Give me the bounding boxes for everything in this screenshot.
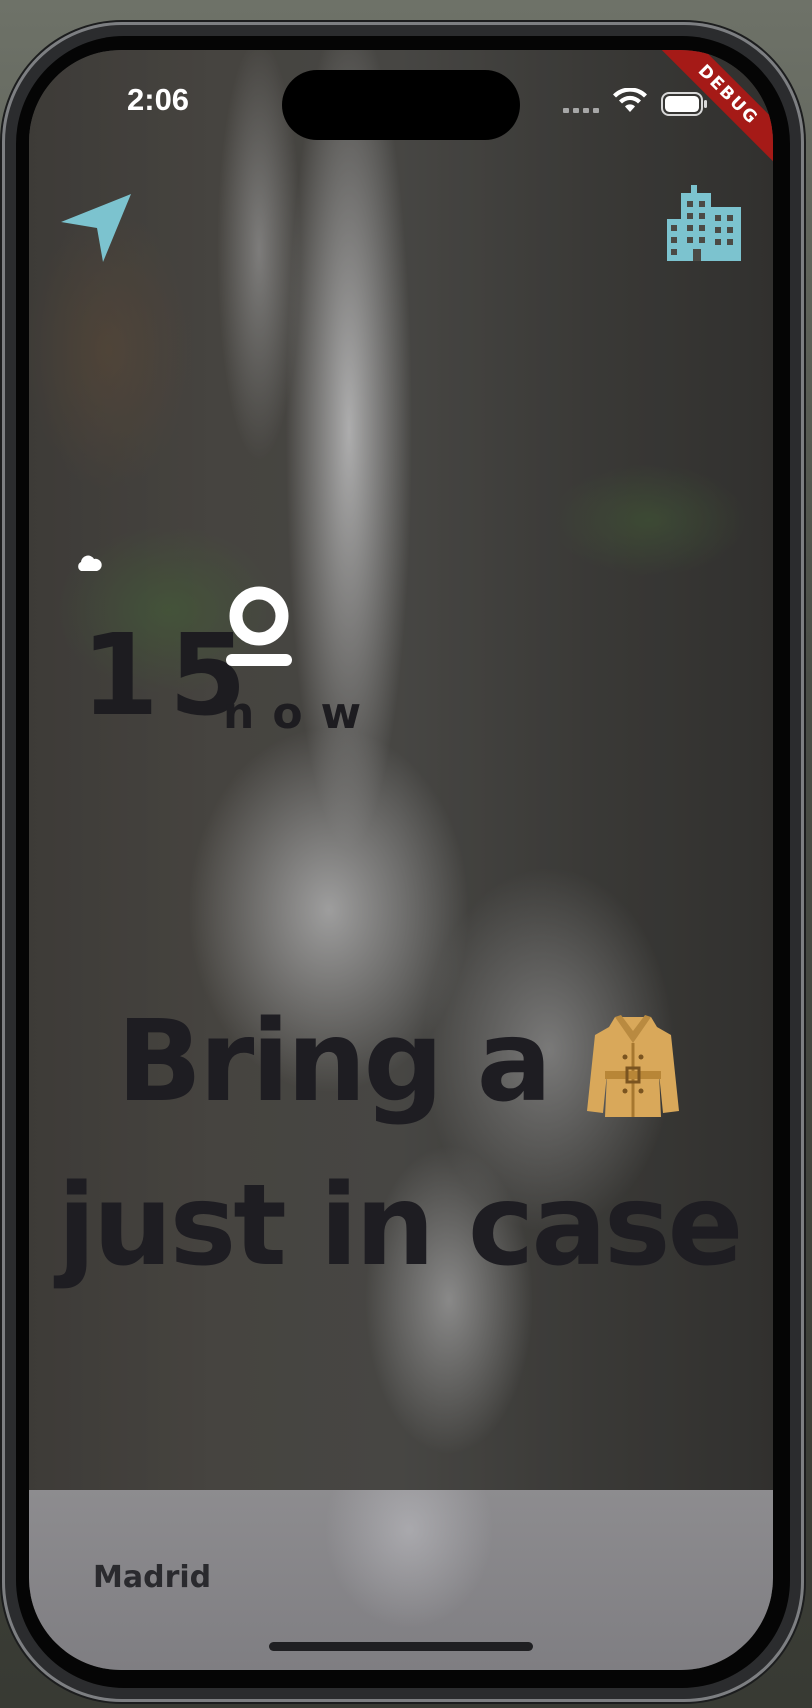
message-line-1: Bring a: [49, 980, 749, 1144]
message-line-1-text: Bring a: [116, 997, 552, 1127]
status-time: 2:06: [127, 82, 190, 117]
time-label: now: [223, 688, 380, 739]
message-line-2: just in case: [57, 1161, 743, 1291]
wifi-icon: [613, 88, 647, 112]
city-name[interactable]: Madrid: [93, 1560, 211, 1595]
battery-icon: [661, 92, 707, 116]
dynamic-island: [282, 70, 520, 140]
cellular-signal-icon: [563, 108, 599, 113]
home-indicator[interactable]: [269, 1642, 533, 1651]
weather-message: Bring a just in case: [49, 980, 749, 1308]
cloud-icon: [78, 555, 102, 571]
app-screen: 2:06 DEBUG 15 now Bring a just in case M…: [29, 50, 773, 1670]
coat-icon: [587, 1015, 680, 1118]
city-building-icon[interactable]: [667, 185, 741, 261]
degree-symbol: [226, 586, 292, 666]
image-overlay: [29, 50, 773, 1670]
navigation-arrow-icon[interactable]: [59, 190, 133, 264]
background: 2:06 DEBUG 15 now Bring a just in case M…: [0, 0, 812, 1708]
